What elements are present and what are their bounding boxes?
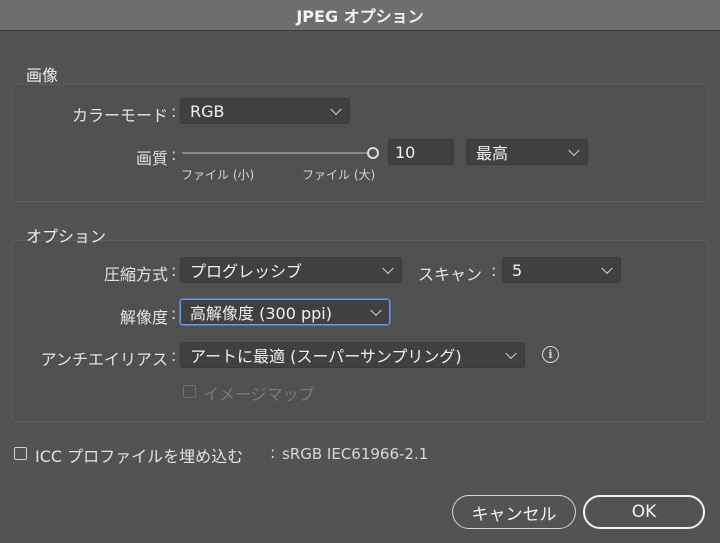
color-mode-colon: :: [171, 102, 177, 121]
ok-button[interactable]: OK: [583, 495, 705, 529]
resolution-value: 高解像度 (300 ppi): [190, 304, 332, 323]
quality-preset-value: 最高: [476, 144, 509, 163]
antialias-select[interactable]: アートに最適 (スーパーサンプリング): [180, 342, 525, 368]
compression-select[interactable]: プログレッシブ: [180, 257, 402, 283]
antialias-colon: :: [171, 346, 177, 365]
quality-input[interactable]: 10: [388, 139, 454, 165]
info-icon[interactable]: i: [542, 346, 559, 363]
quality-slider-thumb[interactable]: [367, 147, 379, 159]
chevron-down-icon: [505, 347, 517, 360]
quality-label: 画質: [135, 149, 168, 168]
image-map-checkbox[interactable]: [183, 385, 196, 398]
image-group-title: 画像: [26, 66, 59, 85]
quality-slider-track[interactable]: [182, 152, 368, 154]
resolution-colon: :: [171, 304, 177, 323]
scan-select[interactable]: 5: [502, 257, 621, 283]
chevron-down-icon: [568, 144, 580, 157]
image-map-label: イメージマップ: [203, 385, 315, 404]
compression-value: プログレッシブ: [190, 262, 303, 281]
icc-profile-colon: :: [270, 443, 276, 462]
quality-value: 10: [395, 142, 416, 162]
compression-label: 圧縮方式: [103, 265, 168, 284]
icc-profile-label: ICC プロファイルを埋め込む: [35, 447, 244, 466]
antialias-value: アートに最適 (スーパーサンプリング): [190, 347, 462, 366]
quality-colon: :: [171, 145, 177, 164]
slider-max-label: ファイル (大): [302, 168, 376, 182]
color-mode-label: カラーモード: [71, 106, 168, 125]
scan-label: スキャン: [418, 265, 483, 284]
resolution-label: 解像度: [119, 308, 168, 327]
antialias-label: アンチエイリアス: [40, 350, 168, 369]
chevron-down-icon: [601, 262, 613, 275]
scan-value: 5: [512, 260, 523, 280]
slider-min-label: ファイル (小): [181, 168, 255, 182]
chevron-down-icon: [382, 262, 394, 275]
compression-colon: :: [171, 261, 177, 280]
resolution-select[interactable]: 高解像度 (300 ppi): [180, 299, 390, 325]
options-group-title: オプション: [26, 227, 107, 246]
icc-profile-checkbox[interactable]: [14, 447, 27, 460]
chevron-down-icon: [330, 103, 342, 116]
cancel-button[interactable]: キャンセル: [452, 495, 576, 529]
quality-preset-select[interactable]: 最高: [466, 139, 588, 165]
color-mode-select[interactable]: RGB: [180, 98, 350, 124]
color-mode-value: RGB: [190, 101, 225, 121]
icc-profile-value: sRGB IEC61966-2.1: [282, 445, 429, 463]
scan-colon: :: [491, 261, 497, 280]
dialog-title: JPEG オプション: [0, 0, 720, 31]
chevron-down-icon: [370, 304, 382, 317]
